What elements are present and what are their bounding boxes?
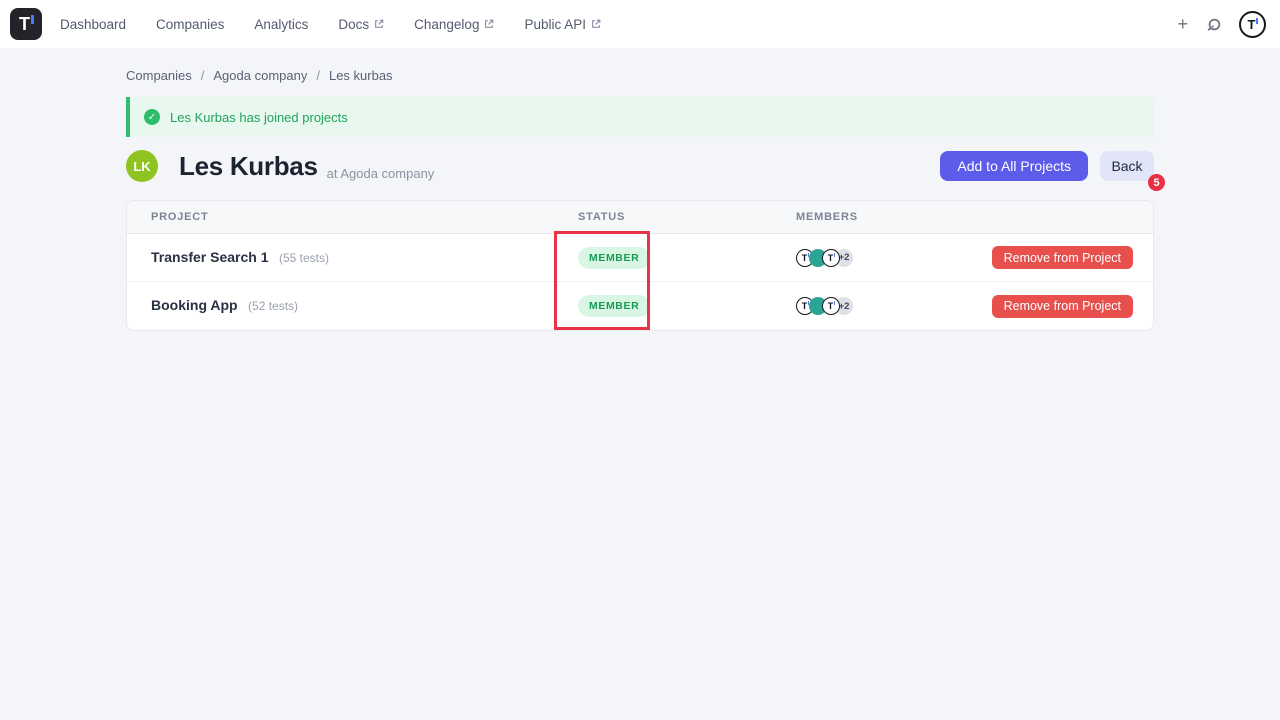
success-message: Les Kurbas has joined projects xyxy=(170,110,348,125)
app-logo[interactable]: T xyxy=(10,8,42,40)
nav-links: Dashboard Companies Analytics Docs Chang… xyxy=(60,17,601,32)
top-nav: T Dashboard Companies Analytics Docs Cha… xyxy=(0,0,1280,48)
table-row: Booking App (52 tests) MEMBER T T +2 Rem… xyxy=(127,282,1153,330)
notification-badge: 5 xyxy=(1148,174,1165,191)
user-avatar-accent xyxy=(1256,18,1258,24)
profile-header: LK Les Kurbas at Agoda company Add to Al… xyxy=(126,148,1154,184)
project-name: Transfer Search 1 xyxy=(151,249,269,265)
member-avatar: T xyxy=(822,297,840,315)
status-cell: MEMBER xyxy=(556,247,772,269)
search-icon[interactable] xyxy=(1205,16,1222,33)
remove-from-project-button[interactable]: Remove from Project xyxy=(992,246,1133,269)
add-button[interactable]: + xyxy=(1177,15,1188,33)
table-header-row: PROJECT STATUS MEMBERS xyxy=(127,201,1153,234)
project-tests-count: (52 tests) xyxy=(248,299,298,313)
page-subtitle: at Agoda company xyxy=(327,166,435,181)
project-cell: Booking App (52 tests) xyxy=(151,297,556,315)
member-avatar-stack: T T +2 xyxy=(796,249,952,267)
app-logo-glyph: T xyxy=(19,15,30,33)
status-cell: MEMBER xyxy=(556,295,772,317)
header-actions: Add to All Projects Back 5 xyxy=(940,151,1154,181)
external-link-icon xyxy=(591,19,601,29)
nav-item-public-api[interactable]: Public API xyxy=(524,17,601,32)
external-link-icon xyxy=(374,19,384,29)
breadcrumb-agoda-company[interactable]: Agoda company xyxy=(213,68,307,83)
member-avatar: T xyxy=(822,249,840,267)
nav-item-changelog[interactable]: Changelog xyxy=(414,17,494,32)
nav-item-analytics[interactable]: Analytics xyxy=(254,17,308,32)
user-avatar[interactable]: T xyxy=(1239,11,1266,38)
page-title: Les Kurbas xyxy=(179,151,318,182)
nav-item-companies[interactable]: Companies xyxy=(156,17,224,32)
member-avatar-stack: T T +2 xyxy=(796,297,952,315)
remove-from-project-button[interactable]: Remove from Project xyxy=(992,295,1133,318)
nav-actions: + T xyxy=(1177,11,1266,38)
breadcrumb-companies[interactable]: Companies xyxy=(126,68,192,83)
column-header-project: PROJECT xyxy=(151,211,556,223)
column-header-members: MEMBERS xyxy=(772,211,952,223)
project-cell: Transfer Search 1 (55 tests) xyxy=(151,249,556,267)
breadcrumb-separator: / xyxy=(316,68,320,83)
avatar: LK xyxy=(126,150,158,182)
app-logo-accent xyxy=(31,15,34,24)
members-cell: T T +2 xyxy=(772,297,952,315)
project-name: Booking App xyxy=(151,297,238,313)
members-cell: T T +2 xyxy=(772,249,952,267)
check-circle-icon: ✓ xyxy=(144,109,160,125)
table-row: Transfer Search 1 (55 tests) MEMBER T T … xyxy=(127,234,1153,282)
projects-table: PROJECT STATUS MEMBERS Transfer Search 1… xyxy=(126,200,1154,331)
breadcrumb-les-kurbas: Les kurbas xyxy=(329,68,393,83)
add-to-all-projects-button[interactable]: Add to All Projects xyxy=(940,151,1088,181)
project-tests-count: (55 tests) xyxy=(279,251,329,265)
nav-item-docs[interactable]: Docs xyxy=(338,17,384,32)
status-badge: MEMBER xyxy=(578,247,650,269)
external-link-icon xyxy=(484,19,494,29)
success-banner: ✓ Les Kurbas has joined projects xyxy=(126,97,1154,137)
action-cell: Remove from Project xyxy=(992,246,1133,269)
breadcrumb: Companies / Agoda company / Les kurbas xyxy=(126,68,393,83)
nav-item-dashboard[interactable]: Dashboard xyxy=(60,17,126,32)
breadcrumb-separator: / xyxy=(201,68,205,83)
column-header-status: STATUS xyxy=(556,211,772,223)
action-cell: Remove from Project xyxy=(992,295,1133,318)
back-button[interactable]: Back 5 xyxy=(1100,151,1154,181)
status-badge: MEMBER xyxy=(578,295,650,317)
